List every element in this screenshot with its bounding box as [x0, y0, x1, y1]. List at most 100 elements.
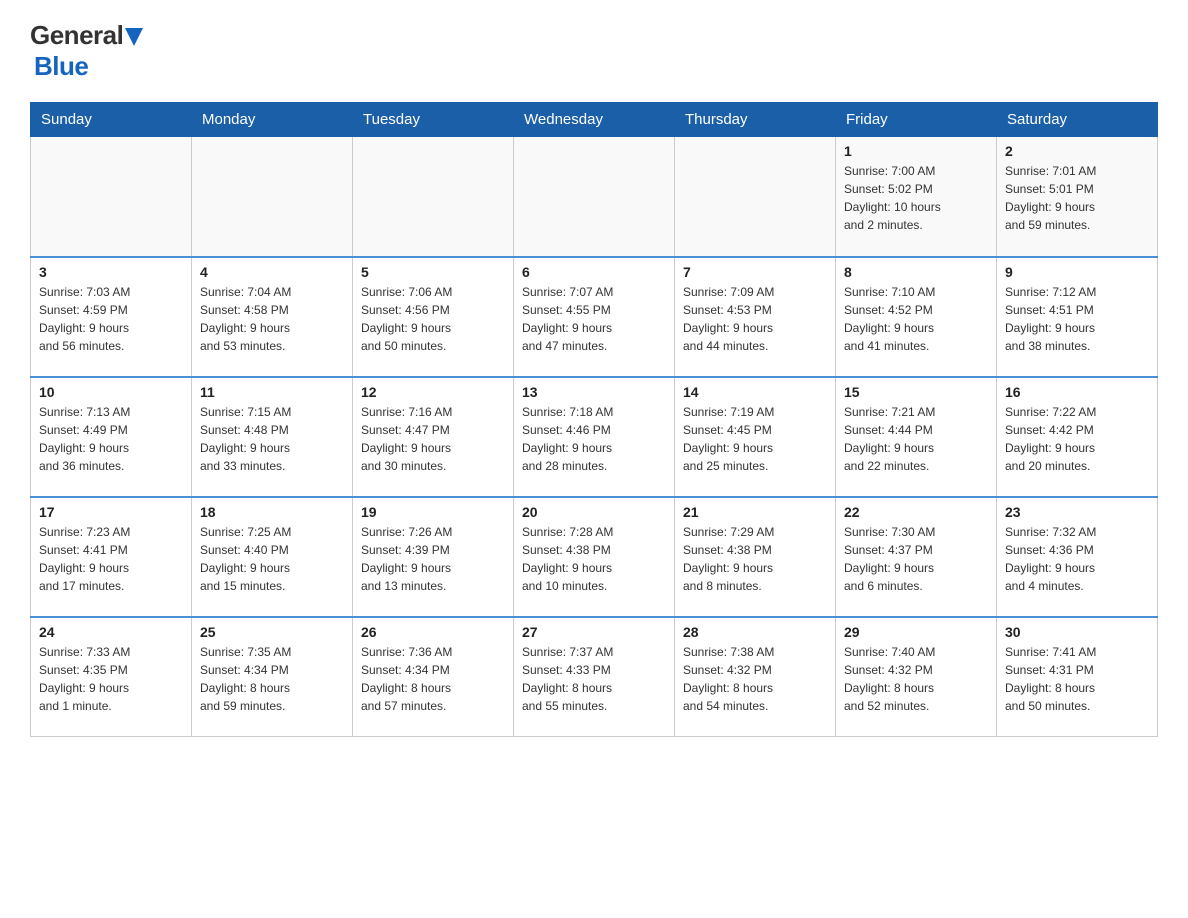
day-info: Sunrise: 7:07 AMSunset: 4:55 PMDaylight:…	[522, 283, 666, 355]
day-info: Sunrise: 7:28 AMSunset: 4:38 PMDaylight:…	[522, 523, 666, 595]
day-number: 9	[1005, 264, 1149, 280]
day-number: 19	[361, 504, 505, 520]
calendar-cell: 10Sunrise: 7:13 AMSunset: 4:49 PMDayligh…	[31, 377, 192, 497]
calendar-table: SundayMondayTuesdayWednesdayThursdayFrid…	[30, 102, 1158, 737]
calendar-cell	[192, 137, 353, 257]
day-info: Sunrise: 7:22 AMSunset: 4:42 PMDaylight:…	[1005, 403, 1149, 475]
calendar-cell: 21 Sunrise: 7:29 AMSunset: 4:38 PMDayligh…	[675, 497, 836, 617]
weekday-header-row: SundayMondayTuesdayWednesdayThursdayFrid…	[31, 103, 1158, 137]
calendar-cell: 1 Sunrise: 7:00 AMSunset: 5:02 PMDaylight…	[836, 137, 997, 257]
calendar-cell: 7 Sunrise: 7:09 AMSunset: 4:53 PMDaylight…	[675, 257, 836, 377]
calendar-week-row: 10Sunrise: 7:13 AMSunset: 4:49 PMDayligh…	[31, 377, 1158, 497]
day-info: Sunrise: 7:33 AMSunset: 4:35 PMDaylight:…	[39, 643, 183, 715]
day-number: 6	[522, 264, 666, 280]
day-number: 13	[522, 384, 666, 400]
day-info: Sunrise: 7:18 AMSunset: 4:46 PMDaylight:…	[522, 403, 666, 475]
calendar-cell: 20 Sunrise: 7:28 AMSunset: 4:38 PMDayligh…	[514, 497, 675, 617]
day-info: Sunrise: 7:19 AMSunset: 4:45 PMDaylight:…	[683, 403, 827, 475]
logo-blue-text: Blue	[34, 51, 88, 82]
day-number: 29	[844, 624, 988, 640]
calendar-cell: 22Sunrise: 7:30 AMSunset: 4:37 PMDayligh…	[836, 497, 997, 617]
calendar-cell: 4 Sunrise: 7:04 AMSunset: 4:58 PMDaylight…	[192, 257, 353, 377]
calendar-week-row: 3 Sunrise: 7:03 AMSunset: 4:59 PMDaylight…	[31, 257, 1158, 377]
day-number: 24	[39, 624, 183, 640]
day-number: 17	[39, 504, 183, 520]
day-info: Sunrise: 7:35 AMSunset: 4:34 PMDaylight:…	[200, 643, 344, 715]
calendar-cell: 27 Sunrise: 7:37 AMSunset: 4:33 PMDayligh…	[514, 617, 675, 737]
day-number: 4	[200, 264, 344, 280]
day-info: Sunrise: 7:32 AMSunset: 4:36 PMDaylight:…	[1005, 523, 1149, 595]
day-info: Sunrise: 7:25 AMSunset: 4:40 PMDaylight:…	[200, 523, 344, 595]
day-number: 5	[361, 264, 505, 280]
day-info: Sunrise: 7:26 AMSunset: 4:39 PMDaylight:…	[361, 523, 505, 595]
day-info: Sunrise: 7:23 AMSunset: 4:41 PMDaylight:…	[39, 523, 183, 595]
day-number: 7	[683, 264, 827, 280]
calendar-cell: 3 Sunrise: 7:03 AMSunset: 4:59 PMDaylight…	[31, 257, 192, 377]
calendar-cell: 16 Sunrise: 7:22 AMSunset: 4:42 PMDayligh…	[997, 377, 1158, 497]
day-info: Sunrise: 7:00 AMSunset: 5:02 PMDaylight:…	[844, 162, 988, 234]
day-info: Sunrise: 7:37 AMSunset: 4:33 PMDaylight:…	[522, 643, 666, 715]
day-number: 2	[1005, 143, 1149, 159]
day-info: Sunrise: 7:15 AMSunset: 4:48 PMDaylight:…	[200, 403, 344, 475]
calendar-cell: 13 Sunrise: 7:18 AMSunset: 4:46 PMDayligh…	[514, 377, 675, 497]
day-info: Sunrise: 7:36 AMSunset: 4:34 PMDaylight:…	[361, 643, 505, 715]
calendar-cell: 26 Sunrise: 7:36 AMSunset: 4:34 PMDayligh…	[353, 617, 514, 737]
day-info: Sunrise: 7:12 AMSunset: 4:51 PMDaylight:…	[1005, 283, 1149, 355]
calendar-cell	[353, 137, 514, 257]
day-number: 25	[200, 624, 344, 640]
day-number: 18	[200, 504, 344, 520]
day-number: 10	[39, 384, 183, 400]
day-info: Sunrise: 7:01 AMSunset: 5:01 PMDaylight:…	[1005, 162, 1149, 234]
day-info: Sunrise: 7:29 AMSunset: 4:38 PMDaylight:…	[683, 523, 827, 595]
weekday-header-sunday: Sunday	[31, 103, 192, 137]
calendar-cell: 30 Sunrise: 7:41 AMSunset: 4:31 PMDayligh…	[997, 617, 1158, 737]
calendar-cell: 2 Sunrise: 7:01 AMSunset: 5:01 PMDaylight…	[997, 137, 1158, 257]
day-info: Sunrise: 7:06 AMSunset: 4:56 PMDaylight:…	[361, 283, 505, 355]
logo: General Blue	[30, 20, 143, 82]
day-number: 11	[200, 384, 344, 400]
day-number: 3	[39, 264, 183, 280]
day-number: 16	[1005, 384, 1149, 400]
day-info: Sunrise: 7:21 AMSunset: 4:44 PMDaylight:…	[844, 403, 988, 475]
day-info: Sunrise: 7:40 AMSunset: 4:32 PMDaylight:…	[844, 643, 988, 715]
day-number: 30	[1005, 624, 1149, 640]
calendar-cell: 28 Sunrise: 7:38 AMSunset: 4:32 PMDayligh…	[675, 617, 836, 737]
calendar-cell: 17 Sunrise: 7:23 AMSunset: 4:41 PMDayligh…	[31, 497, 192, 617]
day-number: 12	[361, 384, 505, 400]
day-info: Sunrise: 7:09 AMSunset: 4:53 PMDaylight:…	[683, 283, 827, 355]
calendar-cell: 29 Sunrise: 7:40 AMSunset: 4:32 PMDayligh…	[836, 617, 997, 737]
day-number: 21	[683, 504, 827, 520]
calendar-week-row: 1 Sunrise: 7:00 AMSunset: 5:02 PMDaylight…	[31, 137, 1158, 257]
day-number: 27	[522, 624, 666, 640]
day-info: Sunrise: 7:10 AMSunset: 4:52 PMDaylight:…	[844, 283, 988, 355]
calendar-cell: 15 Sunrise: 7:21 AMSunset: 4:44 PMDayligh…	[836, 377, 997, 497]
calendar-cell: 24 Sunrise: 7:33 AMSunset: 4:35 PMDayligh…	[31, 617, 192, 737]
day-number: 1	[844, 143, 988, 159]
day-number: 20	[522, 504, 666, 520]
day-info: Sunrise: 7:41 AMSunset: 4:31 PMDaylight:…	[1005, 643, 1149, 715]
calendar-cell: 23 Sunrise: 7:32 AMSunset: 4:36 PMDayligh…	[997, 497, 1158, 617]
day-info: Sunrise: 7:16 AMSunset: 4:47 PMDaylight:…	[361, 403, 505, 475]
day-number: 22	[844, 504, 988, 520]
calendar-cell	[31, 137, 192, 257]
weekday-header-monday: Monday	[192, 103, 353, 137]
calendar-cell: 25 Sunrise: 7:35 AMSunset: 4:34 PMDayligh…	[192, 617, 353, 737]
day-info: Sunrise: 7:04 AMSunset: 4:58 PMDaylight:…	[200, 283, 344, 355]
day-number: 28	[683, 624, 827, 640]
calendar-cell: 5 Sunrise: 7:06 AMSunset: 4:56 PMDaylight…	[353, 257, 514, 377]
day-info: Sunrise: 7:38 AMSunset: 4:32 PMDaylight:…	[683, 643, 827, 715]
day-number: 15	[844, 384, 988, 400]
logo-general-text: General	[30, 20, 123, 51]
calendar-cell: 11 Sunrise: 7:15 AMSunset: 4:48 PMDayligh…	[192, 377, 353, 497]
day-info: Sunrise: 7:03 AMSunset: 4:59 PMDaylight:…	[39, 283, 183, 355]
calendar-cell: 12 Sunrise: 7:16 AMSunset: 4:47 PMDayligh…	[353, 377, 514, 497]
day-number: 23	[1005, 504, 1149, 520]
weekday-header-friday: Friday	[836, 103, 997, 137]
weekday-header-wednesday: Wednesday	[514, 103, 675, 137]
day-number: 14	[683, 384, 827, 400]
calendar-cell: 9 Sunrise: 7:12 AMSunset: 4:51 PMDaylight…	[997, 257, 1158, 377]
calendar-cell	[514, 137, 675, 257]
day-number: 26	[361, 624, 505, 640]
calendar-cell: 14 Sunrise: 7:19 AMSunset: 4:45 PMDayligh…	[675, 377, 836, 497]
calendar-week-row: 24 Sunrise: 7:33 AMSunset: 4:35 PMDayligh…	[31, 617, 1158, 737]
